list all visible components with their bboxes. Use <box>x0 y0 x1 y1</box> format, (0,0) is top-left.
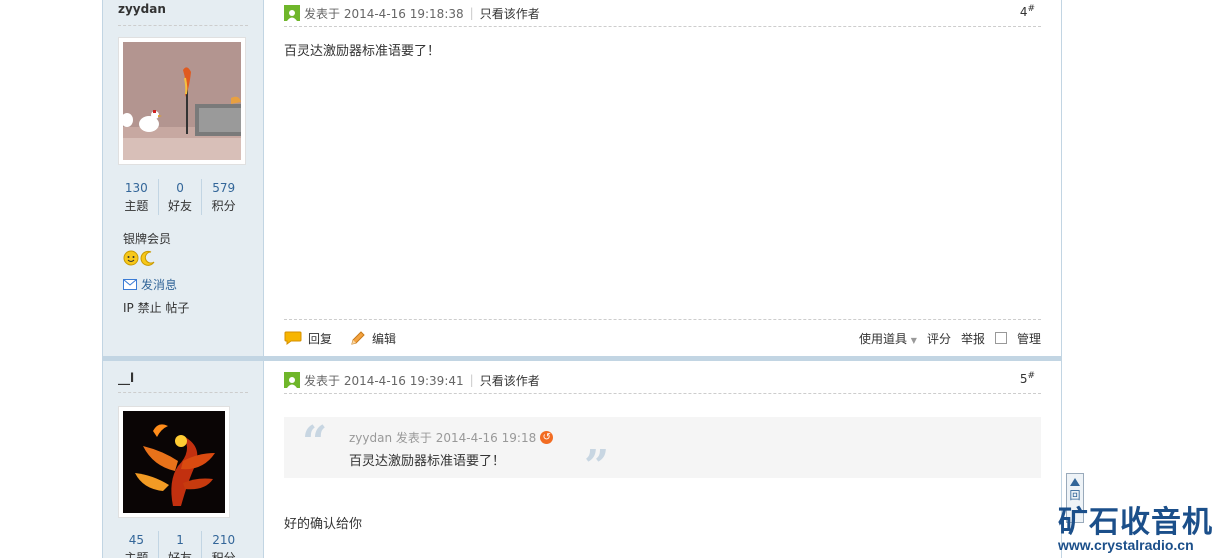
avatar[interactable] <box>118 406 230 518</box>
only-author-link[interactable]: 只看该作者 <box>480 372 540 389</box>
quote-author: zyydan 发表于 2014-4-16 19:18 <box>349 431 537 445</box>
post-message: 百灵达激励器标准语要了！ <box>284 44 441 59</box>
online-user-icon <box>284 5 300 21</box>
author-name-link[interactable]: zyydan <box>118 2 166 16</box>
thread-frame: zyydan 130 主题 0 好友 579 积分 银牌会员 发消息 IP 禁止… <box>102 0 1062 558</box>
stat-threads[interactable]: 45 主题 <box>115 531 158 558</box>
post-actions: 回复 编辑 使用道具 ▼ 评分 举报 管理 <box>284 319 1041 356</box>
jump-to-post-icon[interactable]: ↺ <box>540 431 554 444</box>
stat-points[interactable]: 210 积分 <box>201 531 245 558</box>
post-info-bar: 发表于 2014-4-16 19:39:41 | 只看该作者 5# <box>284 367 1041 394</box>
online-user-icon <box>284 372 300 388</box>
manage-label[interactable]: 管理 <box>1017 330 1041 347</box>
divider <box>118 392 248 393</box>
chevron-down-icon: ▼ <box>910 335 917 345</box>
reply-icon <box>284 331 302 345</box>
floor-number[interactable]: 5# <box>1020 371 1035 386</box>
avatar-image <box>123 411 225 513</box>
use-tools-menu[interactable]: 使用道具 ▼ <box>859 330 917 347</box>
site-watermark: 矿石收音机 www.crystalradio.cn <box>1056 497 1223 558</box>
send-message-label: 发消息 <box>141 278 178 292</box>
author-sidebar: zyydan 130 主题 0 好友 579 积分 银牌会员 发消息 IP 禁止… <box>103 0 264 356</box>
author-name-link[interactable]: __l <box>118 371 134 385</box>
pencil-icon <box>351 331 365 345</box>
divider <box>118 25 248 26</box>
post-time: 发表于 2014-4-16 19:39:41 <box>304 373 464 388</box>
user-rank[interactable]: 银牌会员 <box>123 230 171 247</box>
quote-header: zyydan 发表于 2014-4-16 19:18 ↺ <box>349 429 554 446</box>
divider: | <box>469 6 474 20</box>
reply-button[interactable]: 回复 <box>284 330 332 347</box>
admin-links[interactable]: IP 禁止 帖子 <box>123 299 189 316</box>
quote-block: “ ” zyydan 发表于 2014-4-16 19:18 ↺ 百灵达激励器标… <box>284 417 1041 492</box>
post-time: 发表于 2014-4-16 19:18:38 <box>304 6 464 21</box>
stat-points[interactable]: 579 积分 <box>201 179 245 215</box>
stat-threads[interactable]: 130 主题 <box>115 179 158 215</box>
stat-friends[interactable]: 1 好友 <box>157 531 202 558</box>
floor-number[interactable]: 4# <box>1020 4 1035 19</box>
post-content: 发表于 2014-4-16 19:39:41 | 只看该作者 5# “ ” zy… <box>264 361 1061 558</box>
open-quote-mark: “ <box>302 417 328 468</box>
rank-stars <box>123 250 156 266</box>
post-admin-actions: 使用道具 ▼ 评分 举报 管理 <box>859 330 1041 347</box>
sun-icon <box>123 250 139 266</box>
send-message-link[interactable]: 发消息 <box>123 276 177 293</box>
post-4: zyydan 130 主题 0 好友 579 积分 银牌会员 发消息 IP 禁止… <box>103 0 1061 356</box>
quote-text: 百灵达激励器标准语要了！ <box>349 454 506 469</box>
post-5: __l 45 主题 1 好友 210 积分 发表于 2014-4-16 19:3… <box>103 361 1061 558</box>
post-info-bar: 发表于 2014-4-16 19:18:38 | 只看该作者 4# <box>284 0 1041 27</box>
report-button[interactable]: 举报 <box>961 330 985 347</box>
author-sidebar: __l 45 主题 1 好友 210 积分 <box>103 361 264 558</box>
close-quote-mark: ” <box>584 441 610 492</box>
post-content: 发表于 2014-4-16 19:18:38 | 只看该作者 4# 百灵达激励器… <box>264 0 1061 356</box>
author-stats: 45 主题 1 好友 210 积分 <box>115 531 245 558</box>
watermark-title: 矿石收音机 <box>1058 505 1213 540</box>
only-author-link[interactable]: 只看该作者 <box>480 5 540 22</box>
watermark-url: www.crystalradio.cn <box>1058 537 1194 553</box>
arrow-up-icon <box>1070 478 1080 486</box>
manage-checkbox[interactable] <box>994 332 1007 344</box>
post-message: 好的确认给你 <box>284 517 363 532</box>
mail-icon <box>123 279 137 290</box>
edit-label: 编辑 <box>372 331 397 346</box>
edit-button[interactable]: 编辑 <box>350 330 396 347</box>
rate-button[interactable]: 评分 <box>927 330 951 347</box>
divider: | <box>469 373 474 387</box>
avatar[interactable] <box>118 37 246 165</box>
moon-icon <box>140 250 155 266</box>
reply-label: 回复 <box>308 331 333 346</box>
avatar-image <box>123 42 241 160</box>
stat-friends[interactable]: 0 好友 <box>157 179 202 215</box>
author-stats: 130 主题 0 好友 579 积分 <box>115 179 245 215</box>
